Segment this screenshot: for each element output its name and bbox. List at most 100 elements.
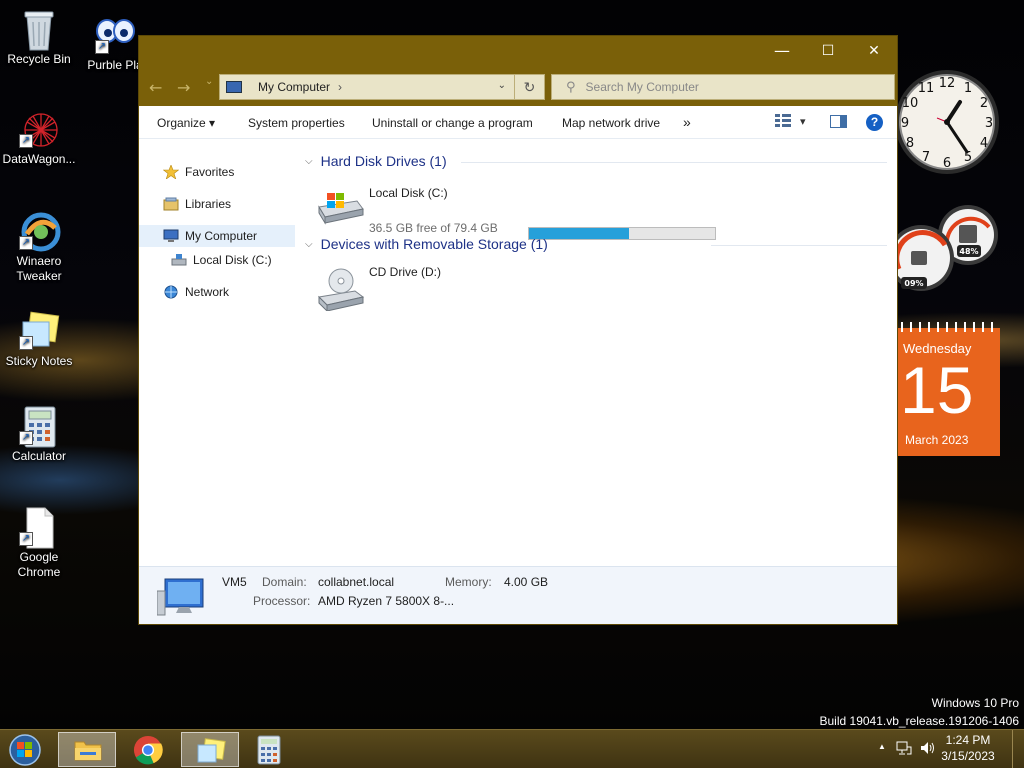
view-options-dropdown[interactable]: ▾ xyxy=(800,115,806,128)
address-bar-row: ← → ⌄ My Computer › ⌄ ↻ ⚲ Search My Comp… xyxy=(139,72,897,102)
group-divider xyxy=(461,162,887,163)
domain-label: Domain: xyxy=(262,575,307,589)
breadcrumb-chevron-icon[interactable]: › xyxy=(338,80,342,94)
show-desktop-button[interactable] xyxy=(1012,730,1024,768)
more-commands-button[interactable]: » xyxy=(683,114,691,130)
recycle-bin-icon xyxy=(19,8,59,51)
calculator-icon xyxy=(256,735,282,768)
search-input[interactable]: ⚲ Search My Computer xyxy=(551,74,895,100)
preview-pane-icon[interactable] xyxy=(830,115,847,131)
map-network-drive-button[interactable]: Map network drive xyxy=(562,116,660,130)
sticky-notes-shortcut[interactable]: ↗ Sticky Notes xyxy=(0,310,78,369)
shortcut-arrow-icon: ↗ xyxy=(19,236,33,250)
cpu-meter-gadget[interactable]: 48% 09% xyxy=(888,203,1003,298)
svg-text:11: 11 xyxy=(918,81,935,96)
domain-value: collabnet.local xyxy=(318,575,395,589)
shortcut-arrow-icon: ↗ xyxy=(19,532,33,546)
uninstall-program-button[interactable]: Uninstall or change a program xyxy=(372,116,533,130)
hard-drive-icon xyxy=(317,191,365,228)
memory-label: Memory: xyxy=(445,575,492,589)
shortcut-arrow-icon: ↗ xyxy=(19,134,33,148)
watermark-edition: Windows 10 Pro xyxy=(931,696,1019,710)
recycle-bin-label: Recycle Bin xyxy=(7,52,71,66)
cd-drive-name: CD Drive (D:) xyxy=(369,265,441,279)
address-location[interactable]: My Computer xyxy=(258,80,330,94)
ram-percent: 48% xyxy=(959,247,978,256)
details-pane: VM5 Domain: collabnet.local Memory: 4.00… xyxy=(139,566,897,624)
close-button[interactable]: ✕ xyxy=(851,36,897,66)
group-removable-storage[interactable]: ⌵ Devices with Removable Storage (1) xyxy=(305,236,548,252)
google-chrome-shortcut[interactable]: ↗ Google Chrome xyxy=(0,506,78,580)
tray-time: 1:24 PM xyxy=(945,733,991,747)
help-icon[interactable]: ? xyxy=(866,114,883,131)
taskbar-sticky-notes[interactable] xyxy=(181,732,239,767)
navigation-pane: Favorites Libraries My Computer Local Di… xyxy=(139,139,297,566)
start-button[interactable] xyxy=(6,732,44,767)
shortcut-arrow-icon: ↗ xyxy=(19,431,33,445)
sticky-notes-icon: ↗ xyxy=(19,310,60,350)
forward-button[interactable]: → xyxy=(177,78,190,97)
maximize-button[interactable]: ☐ xyxy=(805,36,851,66)
winaero-tweaker-shortcut[interactable]: ↗ Winaero Tweaker xyxy=(0,210,78,284)
title-bar[interactable]: — ☐ ✕ xyxy=(139,36,897,66)
svg-text:12: 12 xyxy=(939,76,956,91)
cd-drive-icon xyxy=(317,267,365,314)
local-disk-free-space: 36.5 GB free of 79.4 GB xyxy=(369,221,498,235)
calculator-shortcut[interactable]: ↗ Calculator xyxy=(0,405,78,464)
group-removable-storage-label: Devices with Removable Storage (1) xyxy=(320,236,548,252)
address-field[interactable]: My Computer › ⌄ ↻ xyxy=(219,74,545,100)
taskbar-file-explorer[interactable] xyxy=(58,732,116,767)
system-properties-button[interactable]: System properties xyxy=(248,116,345,130)
nav-local-disk-label: Local Disk (C:) xyxy=(193,253,272,267)
local-disk-name: Local Disk (C:) xyxy=(369,186,448,200)
calendar-gadget[interactable]: Wednesday 15 March 2023 xyxy=(897,320,1000,456)
network-tray-icon[interactable] xyxy=(896,741,912,758)
explorer-client-area: Organize ▾ System properties Uninstall o… xyxy=(139,106,897,624)
tray-date: 3/15/2023 xyxy=(941,749,995,763)
cd-drive-item[interactable]: CD Drive (D:) xyxy=(313,265,513,313)
purble-place-icon: ↗ xyxy=(95,14,135,54)
search-placeholder: Search My Computer xyxy=(585,80,699,94)
taskbar-calculator[interactable] xyxy=(240,732,298,767)
computer-icon xyxy=(226,81,242,93)
calculator-icon: ↗ xyxy=(19,405,59,448)
datawagon-shortcut[interactable]: ↗ DataWagon... xyxy=(0,108,78,167)
clock-gadget[interactable]: 12 1 2 345 678 9 10 11 xyxy=(892,60,1002,185)
svg-text:4: 4 xyxy=(980,136,988,151)
explorer-window[interactable]: — ☐ ✕ ← → ⌄ My Computer › ⌄ ↻ ⚲ Search M… xyxy=(138,35,898,625)
svg-text:7: 7 xyxy=(922,150,930,165)
nav-network[interactable]: Network xyxy=(139,281,297,303)
nav-my-computer[interactable]: My Computer xyxy=(139,225,295,247)
datawagon-label: DataWagon... xyxy=(2,152,76,166)
volume-icon[interactable] xyxy=(920,741,936,758)
refresh-button[interactable]: ↻ xyxy=(514,75,544,99)
address-dropdown-icon[interactable]: ⌄ xyxy=(498,80,506,91)
folder-icon xyxy=(74,739,102,764)
change-view-icon[interactable] xyxy=(775,114,791,131)
nav-favorites-label: Favorites xyxy=(185,165,235,179)
winaero-tweaker-label: Winaero Tweaker xyxy=(16,254,62,283)
show-hidden-icons-button[interactable]: ▲ xyxy=(878,742,886,751)
nav-libraries[interactable]: Libraries xyxy=(139,193,297,215)
minimize-button[interactable]: — xyxy=(759,36,805,66)
taskbar-chrome[interactable] xyxy=(119,732,177,767)
nav-favorites[interactable]: Favorites xyxy=(139,161,297,183)
recent-locations-button[interactable]: ⌄ xyxy=(205,76,213,87)
collapse-chevron-icon[interactable]: ⌵ xyxy=(305,156,313,167)
group-hard-disk-drives[interactable]: ⌵ Hard Disk Drives (1) xyxy=(305,153,447,169)
collapse-chevron-icon[interactable]: ⌵ xyxy=(305,239,313,250)
recycle-bin-shortcut[interactable]: Recycle Bin xyxy=(0,8,78,67)
content-pane: ⌵ Hard Disk Drives (1) Local Disk (C:) 3… xyxy=(297,139,897,566)
nav-my-computer-label: My Computer xyxy=(185,229,258,243)
back-button[interactable]: ← xyxy=(149,78,162,97)
nav-local-disk[interactable]: Local Disk (C:) xyxy=(139,249,297,271)
computer-large-icon xyxy=(156,577,207,620)
organize-menu[interactable]: Organize ▾ xyxy=(157,116,215,130)
clock-display[interactable]: 1:24 PM 3/15/2023 xyxy=(938,732,998,764)
computer-name: VM5 xyxy=(222,575,247,589)
calendar-month-year: March 2023 xyxy=(905,433,969,447)
windows-version-watermark: Windows 10 Pro Build 19041.vb_release.19… xyxy=(820,694,1020,730)
shortcut-arrow-icon: ↗ xyxy=(95,40,109,54)
svg-text:1: 1 xyxy=(964,81,972,96)
google-chrome-label: Google Chrome xyxy=(17,550,61,579)
